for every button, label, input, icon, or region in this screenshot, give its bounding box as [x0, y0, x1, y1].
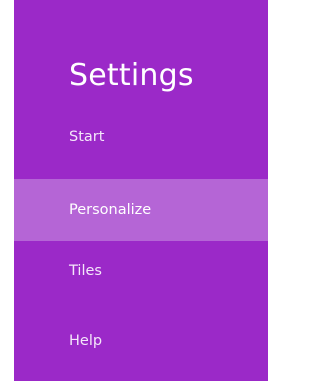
menu-item-tiles[interactable]: Tiles	[14, 262, 268, 286]
menu-item-help[interactable]: Help	[14, 332, 268, 356]
settings-pane: Settings Start Personalize Tiles Help	[14, 0, 268, 381]
menu-item-start[interactable]: Start	[14, 128, 268, 152]
pane-title: Settings	[69, 58, 194, 93]
menu-item-personalize[interactable]: Personalize	[14, 179, 268, 241]
